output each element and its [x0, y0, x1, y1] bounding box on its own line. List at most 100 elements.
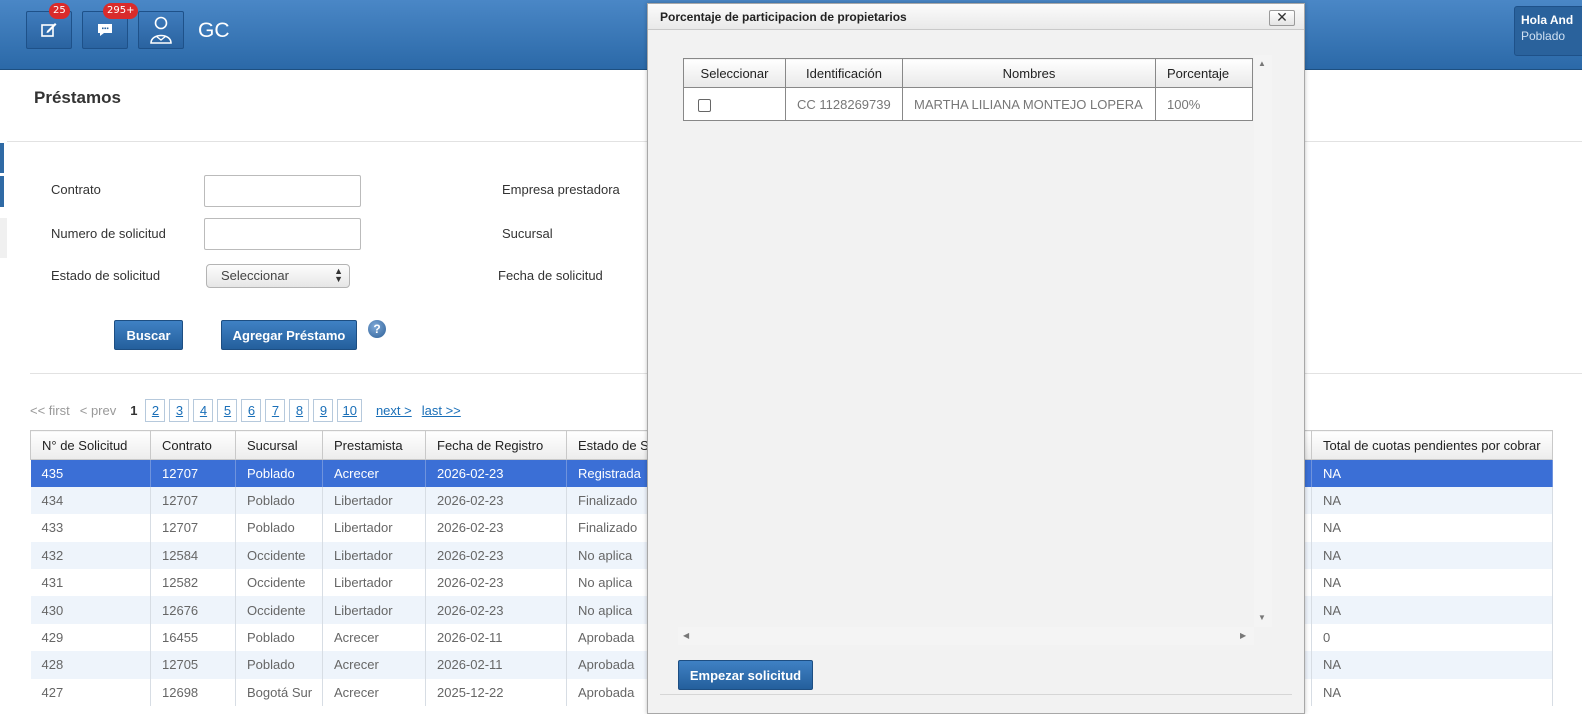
- table-cell: NA: [1311, 596, 1553, 624]
- table-cell: 2026-02-23: [425, 569, 567, 597]
- table-cell: Acrecer: [322, 459, 426, 487]
- table-cell: 429: [30, 623, 151, 652]
- dialog-titlebar[interactable]: Porcentaje de participacion de propietar…: [648, 4, 1304, 30]
- close-button[interactable]: ✕: [1269, 10, 1295, 26]
- pager-page[interactable]: 5: [217, 398, 238, 422]
- table-cell: Poblado: [235, 514, 323, 542]
- col-header[interactable]: Prestamista: [322, 430, 426, 460]
- estado-solicitud-label: Estado de solicitud: [51, 268, 161, 283]
- table-cell: 2026-02-23: [425, 459, 567, 487]
- vertical-scrollbar[interactable]: ▲ ▼: [1254, 55, 1272, 627]
- owners-dialog: Porcentaje de participacion de propietar…: [647, 3, 1305, 714]
- pager-page[interactable]: 3: [169, 398, 190, 422]
- edit-icon: [40, 21, 58, 39]
- owner-id-cell: CC 1128269739: [785, 87, 903, 121]
- table-cell: 16455: [150, 623, 236, 652]
- dialog-footer-divider: [660, 694, 1292, 695]
- table-cell: 12698: [150, 678, 236, 707]
- table-cell: Libertador: [322, 514, 426, 542]
- sucursal-label: Sucursal: [502, 226, 553, 241]
- empezar-solicitud-button[interactable]: Empezar solicitud: [678, 660, 813, 690]
- contrato-label: Contrato: [51, 182, 101, 197]
- table-cell: Acrecer: [322, 678, 426, 707]
- select-arrows-icon: ▲ ▼: [334, 266, 343, 284]
- col-header[interactable]: Contrato: [150, 430, 236, 460]
- table-cell: Acrecer: [322, 623, 426, 652]
- pager-page[interactable]: 2: [145, 398, 166, 422]
- side-tab-2[interactable]: [0, 176, 4, 207]
- table-cell: NA: [1311, 514, 1553, 542]
- pager-prev: < prev: [79, 402, 117, 418]
- table-cell: 2026-02-23: [425, 541, 567, 570]
- table-cell: 433: [30, 514, 151, 542]
- col-header[interactable]: Porcentaje: [1155, 58, 1253, 88]
- table-cell: 12707: [150, 459, 236, 487]
- owner-name-cell: MARTHA LILIANA MONTEJO LOPERA: [902, 87, 1156, 121]
- help-icon[interactable]: ?: [368, 320, 386, 338]
- app-label: GC: [198, 19, 230, 42]
- table-cell: Poblado: [235, 486, 323, 515]
- select-checkbox[interactable]: [698, 98, 711, 112]
- table-cell: Poblado: [235, 623, 323, 652]
- close-icon: ✕: [1276, 9, 1288, 25]
- owners-header-row: Seleccionar Identificación Nombres Porce…: [683, 58, 1253, 88]
- table-cell: 430: [30, 596, 151, 624]
- page-title: Préstamos: [34, 88, 121, 107]
- table-cell: NA: [1311, 651, 1553, 679]
- chat-icon: [96, 22, 114, 38]
- pager-page[interactable]: 10: [337, 398, 362, 422]
- table-cell: Occidente: [235, 596, 323, 624]
- table-cell: 435: [30, 459, 151, 487]
- agregar-prestamo-button[interactable]: Agregar Préstamo: [221, 320, 357, 350]
- table-cell: 434: [30, 486, 151, 515]
- table-cell: 2026-02-23: [425, 596, 567, 624]
- contrato-input[interactable]: [204, 175, 361, 207]
- owner-row[interactable]: CC 1128269739 MARTHA LILIANA MONTEJO LOP…: [683, 87, 1253, 121]
- dialog-scroll-area[interactable]: Seleccionar Identificación Nombres Porce…: [678, 55, 1272, 645]
- col-header[interactable]: Seleccionar: [683, 58, 786, 88]
- table-cell: 2026-02-11: [425, 623, 567, 652]
- table-cell: 12705: [150, 651, 236, 679]
- horizontal-scrollbar[interactable]: ◀ ▶: [678, 627, 1254, 645]
- table-cell: NA: [1311, 459, 1553, 487]
- col-header[interactable]: N° de Solicitud: [30, 430, 151, 460]
- edit-button[interactable]: 25: [26, 3, 72, 49]
- side-tab-1[interactable]: [0, 143, 4, 173]
- owner-percent-cell: 100%: [1155, 87, 1253, 121]
- table-cell: 12707: [150, 514, 236, 542]
- pager-last[interactable]: last >>: [422, 403, 461, 418]
- pager-current: 1: [130, 402, 138, 418]
- table-cell: 12582: [150, 569, 236, 597]
- user-profile-button[interactable]: [138, 11, 184, 49]
- pager-page[interactable]: 4: [193, 398, 214, 422]
- scroll-down-icon[interactable]: ▼: [1258, 613, 1266, 622]
- table-cell: 12584: [150, 541, 236, 570]
- scroll-left-icon[interactable]: ◀: [683, 631, 689, 640]
- numero-solicitud-input[interactable]: [204, 218, 361, 250]
- pager-page[interactable]: 6: [241, 398, 262, 422]
- table-cell: Poblado: [235, 459, 323, 487]
- estado-solicitud-select[interactable]: Seleccionar ▲ ▼: [206, 264, 350, 288]
- col-header[interactable]: Fecha de Registro: [425, 430, 567, 460]
- buscar-button[interactable]: Buscar: [114, 320, 183, 350]
- dialog-title: Porcentaje de participacion de propietar…: [660, 10, 907, 24]
- chat-button[interactable]: 295+: [82, 3, 139, 49]
- table-cell: 431: [30, 569, 151, 597]
- table-cell: NA: [1311, 569, 1553, 597]
- pager-page[interactable]: 8: [289, 398, 310, 422]
- pager-page[interactable]: 7: [265, 398, 286, 422]
- user-menu[interactable]: Hola And Poblado: [1514, 6, 1582, 56]
- table-cell: Occidente: [235, 541, 323, 570]
- col-header[interactable]: Total de cuotas pendientes por cobrar: [1311, 430, 1553, 460]
- col-header[interactable]: Identificación: [785, 58, 903, 88]
- scroll-right-icon[interactable]: ▶: [1240, 631, 1246, 640]
- user-branch: Poblado: [1521, 29, 1566, 43]
- pagination: << first < prev 1 2 3 4 5 6 7 8 9 10 nex…: [30, 398, 461, 422]
- pager-next[interactable]: next >: [376, 403, 412, 418]
- col-header[interactable]: Nombres: [902, 58, 1156, 88]
- col-header[interactable]: Sucursal: [235, 430, 323, 460]
- fecha-solicitud-label: Fecha de solicitud: [498, 268, 603, 283]
- scroll-up-icon[interactable]: ▲: [1258, 59, 1266, 68]
- pager-page[interactable]: 9: [313, 398, 334, 422]
- table-cell: Libertador: [322, 569, 426, 597]
